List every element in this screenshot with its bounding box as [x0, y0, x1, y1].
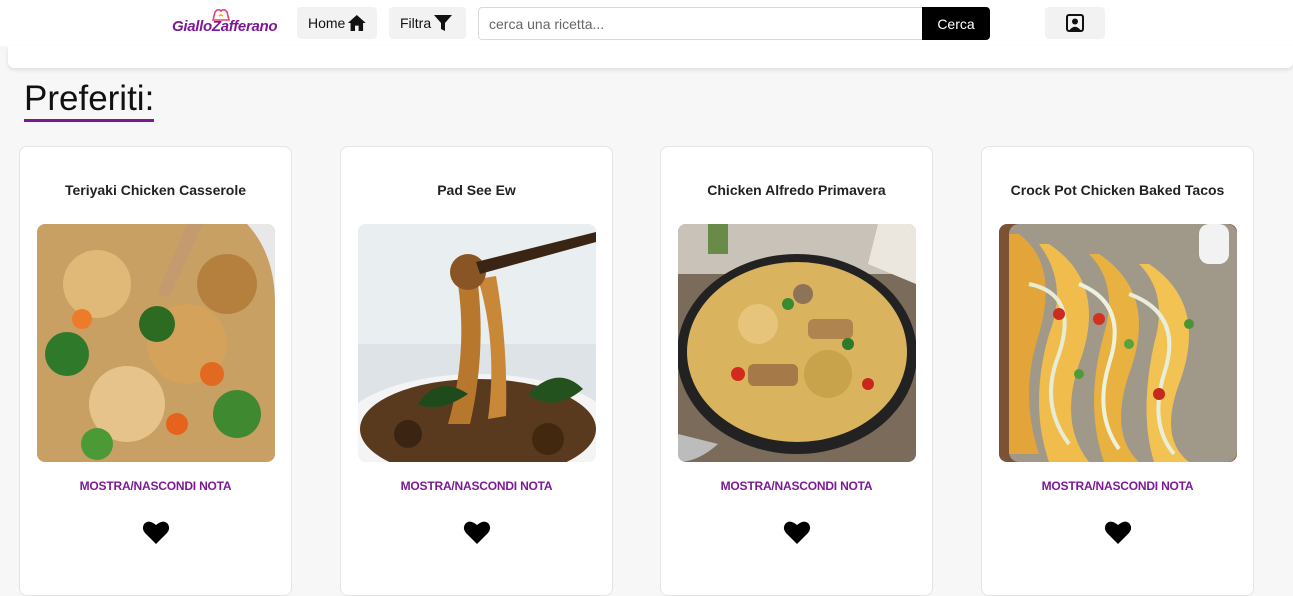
page-title: Preferiti: [24, 80, 155, 122]
site-logo[interactable]: GialloZafferano [172, 8, 287, 36]
recipe-title: Teriyaki Chicken Casserole [64, 182, 247, 198]
recipe-title: Chicken Alfredo Primavera [707, 182, 886, 198]
filter-button[interactable]: Filtra [389, 7, 466, 39]
toggle-note-button[interactable]: MOSTRA/NASCONDI NOTA [341, 479, 612, 493]
favorite-heart-icon[interactable] [142, 519, 170, 545]
recipe-card: Crock Pot Chicken Baked Tacos MOSTRA/NAS… [981, 146, 1254, 596]
recipe-image[interactable] [358, 224, 596, 462]
toggle-note-button[interactable]: MOSTRA/NASCONDI NOTA [20, 479, 291, 493]
search-button[interactable]: Cerca [922, 7, 990, 40]
profile-icon [1066, 14, 1084, 32]
home-button-label: Home [308, 15, 346, 31]
home-button[interactable]: Home [297, 7, 377, 39]
recipe-card: Pad See Ew MOSTRA/NASCONDI NOTA [340, 146, 613, 596]
recipe-image[interactable] [678, 224, 916, 462]
logo-text: GialloZafferano [172, 18, 278, 35]
recipe-card: Teriyaki Chicken Casserole MOSTRA/NASCON… [19, 146, 292, 596]
recipe-card: Chicken Alfredo Primavera MOSTRA/NASCOND… [660, 146, 933, 596]
search-input[interactable] [478, 7, 924, 40]
toggle-note-button[interactable]: MOSTRA/NASCONDI NOTA [661, 479, 932, 493]
recipe-title: Crock Pot Chicken Baked Tacos [1010, 182, 1225, 198]
toggle-note-button[interactable]: MOSTRA/NASCONDI NOTA [982, 479, 1253, 493]
home-icon [348, 14, 367, 32]
favorite-heart-icon[interactable] [463, 519, 491, 545]
navbar-divider [8, 46, 1293, 68]
recipe-image[interactable] [999, 224, 1237, 462]
filter-icon [434, 15, 453, 31]
favorite-heart-icon[interactable] [783, 519, 811, 545]
profile-button[interactable] [1045, 7, 1105, 39]
favorite-heart-icon[interactable] [1104, 519, 1132, 545]
recipe-image[interactable] [37, 224, 275, 462]
recipe-title: Pad See Ew [437, 182, 516, 198]
filter-button-label: Filtra [400, 15, 432, 31]
